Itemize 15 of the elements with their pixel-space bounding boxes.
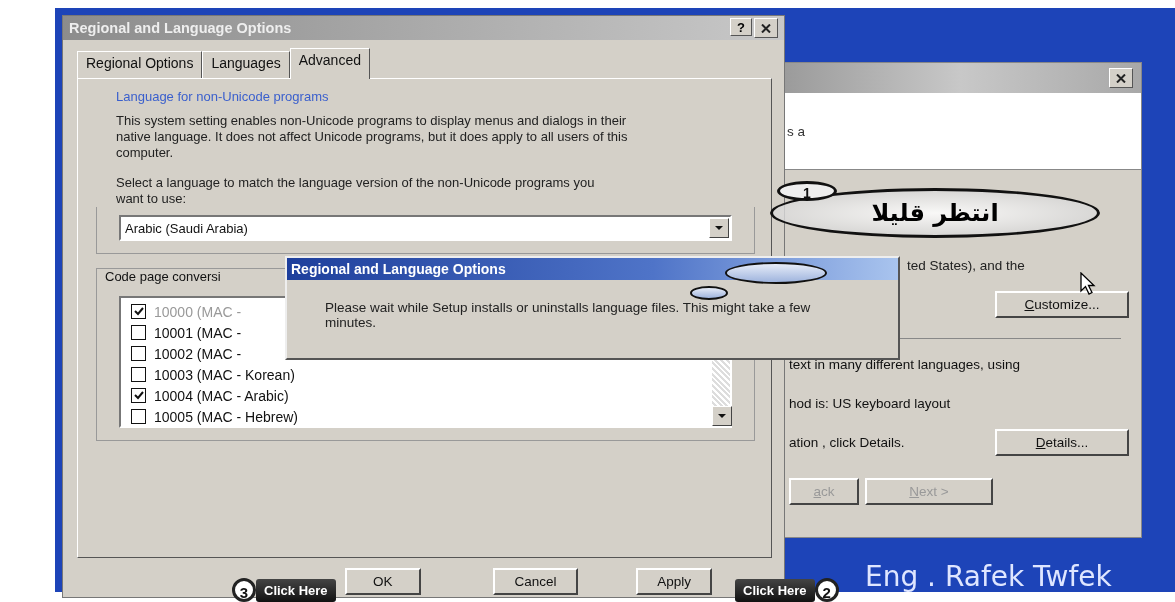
dialog-title: Regional and Language Options: [291, 261, 506, 277]
step-number: 3: [232, 578, 256, 602]
click-here-label: Click Here: [735, 578, 815, 602]
author-credit: Eng . Rafek Twfek: [865, 560, 1112, 593]
languages-text: text in many different languages, using: [789, 357, 1021, 372]
description-text: This system setting enables non-Unicode programs to display menus and dialogs in their native language. It does not affect Unicode programs, but it does apply to all users of this computer.: [116, 113, 629, 161]
click-here-label: Click Here: [256, 578, 336, 602]
locale-text: ted States), and the: [906, 258, 1026, 273]
wait-message: Please wait while Setup installs or uninstalls language files. This might take a few minutes.: [325, 300, 812, 330]
prompt-text: Select a language to match the language version of the non-Unicode programs you want to use:: [116, 175, 596, 207]
section-heading: Language for non-Unicode programs: [116, 89, 330, 105]
input-method-text: hod is: US keyboard layout: [789, 396, 952, 411]
details-text: ation , click Details.: [789, 435, 905, 450]
window-title: Regional and Language Options: [69, 20, 292, 36]
header-text: s a: [787, 123, 805, 139]
